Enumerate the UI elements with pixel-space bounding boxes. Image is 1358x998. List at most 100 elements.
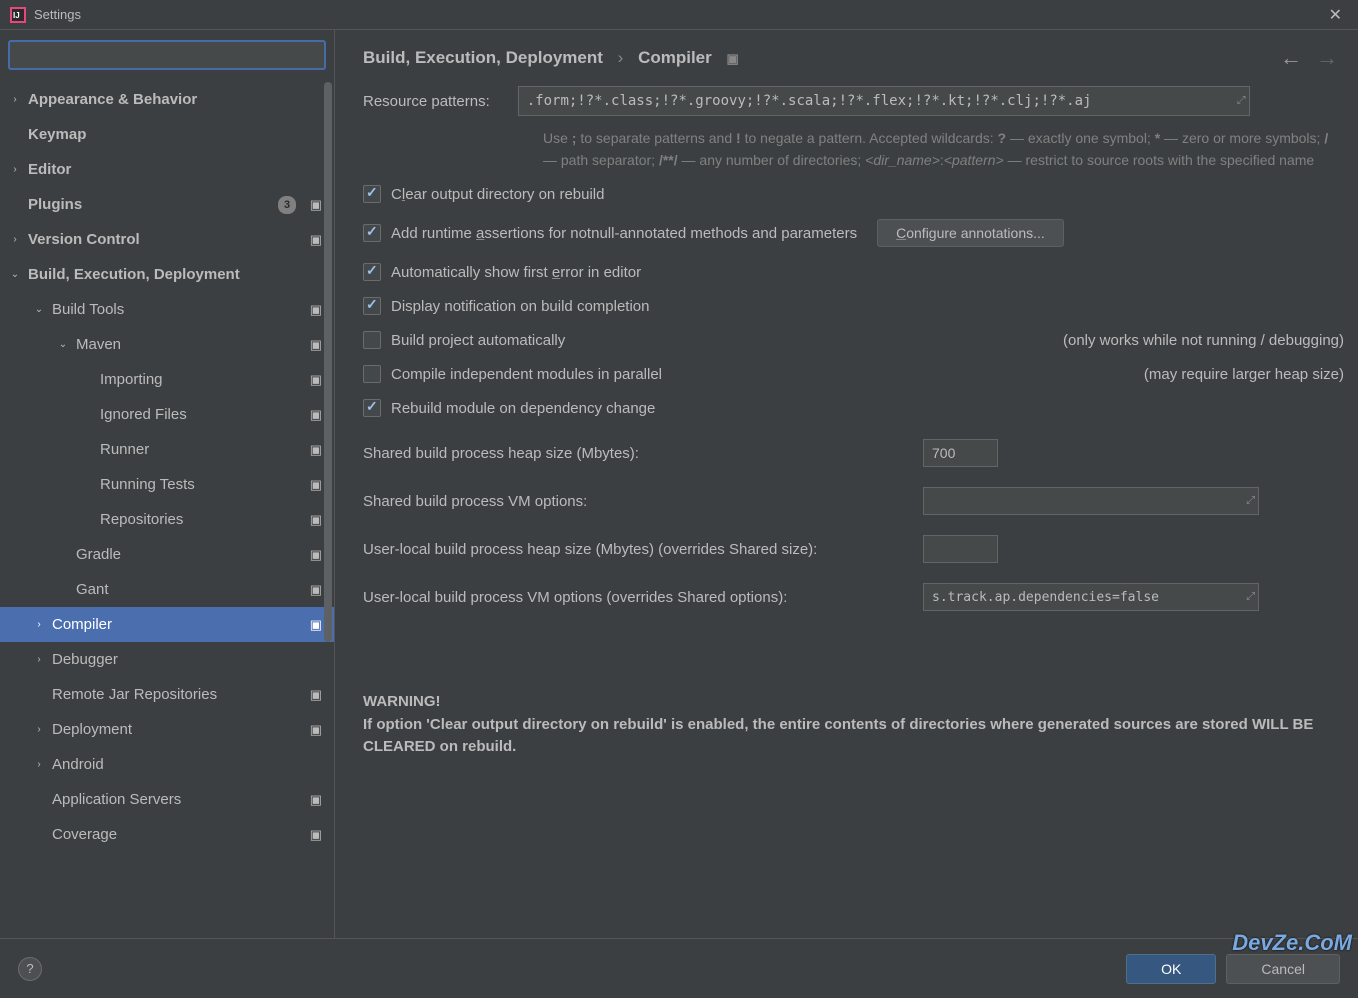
tree-item-label: Build Tools <box>52 301 124 318</box>
tree-item-label: Gradle <box>76 546 121 563</box>
sidebar-scrollbar[interactable] <box>323 82 333 652</box>
tree-item-repositories[interactable]: Repositories▣ <box>0 502 334 537</box>
project-scope-icon: ▣ <box>310 582 322 598</box>
tree-item-label: Repositories <box>100 511 183 528</box>
help-button[interactable]: ? <box>18 957 42 981</box>
project-scope-icon: ▣ <box>310 687 322 703</box>
app-icon: IJ <box>10 7 26 23</box>
local-heap-input[interactable] <box>923 535 998 563</box>
footer: ? OK Cancel <box>0 938 1358 998</box>
project-scope-icon: ▣ <box>310 547 322 563</box>
tree-item-label: Remote Jar Repositories <box>52 686 217 703</box>
badge: 3 <box>278 196 296 214</box>
tree-item-importing[interactable]: Importing▣ <box>0 362 334 397</box>
breadcrumb-sep-icon: › <box>618 48 624 67</box>
tree-item-compiler[interactable]: ›Compiler▣ <box>0 607 334 642</box>
shared-heap-input[interactable] <box>923 439 998 467</box>
breadcrumb-parent[interactable]: Build, Execution, Deployment <box>363 48 603 67</box>
content-header: Build, Execution, Deployment › Compiler … <box>335 30 1358 86</box>
warning-title: WARNING! <box>363 691 1344 714</box>
tree-item-label: Build, Execution, Deployment <box>28 266 240 283</box>
shared-vm-input[interactable] <box>923 487 1259 515</box>
tree-item-label: Plugins <box>28 196 82 213</box>
tree-item-debugger[interactable]: ›Debugger <box>0 642 334 677</box>
tree-item-label: Coverage <box>52 826 117 843</box>
tree-item-label: Version Control <box>28 231 140 248</box>
runtime-assertions-checkbox[interactable] <box>363 224 381 242</box>
settings-tree: ›Appearance & BehaviorKeymap›EditorPlugi… <box>0 78 334 938</box>
search-input[interactable] <box>8 40 326 70</box>
chevron-down-icon: ⌄ <box>32 304 46 315</box>
clear-output-checkbox[interactable] <box>363 185 381 203</box>
chevron-right-icon: › <box>32 759 46 770</box>
configure-annotations-button[interactable]: Configure annotations... <box>877 219 1064 247</box>
tree-item-running-tests[interactable]: Running Tests▣ <box>0 467 334 502</box>
tree-item-appearance-behavior[interactable]: ›Appearance & Behavior <box>0 82 334 117</box>
breadcrumb: Build, Execution, Deployment › Compiler … <box>363 48 739 68</box>
rebuild-dep-checkbox[interactable] <box>363 399 381 417</box>
breadcrumb-current: Compiler <box>638 48 712 67</box>
shared-heap-label: Shared build process heap size (Mbytes): <box>363 445 923 462</box>
titlebar: IJ Settings ✕ <box>0 0 1358 30</box>
tree-item-runner[interactable]: Runner ▣ <box>0 432 334 467</box>
chevron-right-icon: › <box>8 234 22 245</box>
tree-item-plugins[interactable]: Plugins3▣ <box>0 187 334 222</box>
tree-item-version-control[interactable]: ›Version Control▣ <box>0 222 334 257</box>
display-notification-label: Display notification on build completion <box>391 298 649 315</box>
project-scope-icon: ▣ <box>726 51 738 66</box>
project-scope-icon: ▣ <box>310 337 322 353</box>
tree-item-label: Maven <box>76 336 121 353</box>
tree-item-label: Deployment <box>52 721 132 738</box>
tree-item-label: Compiler <box>52 616 112 633</box>
rebuild-dep-label: Rebuild module on dependency change <box>391 400 655 417</box>
tree-item-build-tools[interactable]: ⌄Build Tools▣ <box>0 292 334 327</box>
tree-item-coverage[interactable]: Coverage ▣ <box>0 817 334 852</box>
project-scope-icon: ▣ <box>310 617 322 633</box>
sidebar: 🔍▾ ›Appearance & BehaviorKeymap›EditorPl… <box>0 30 335 938</box>
warning-block: WARNING! If option 'Clear output directo… <box>363 691 1344 759</box>
compile-parallel-label: Compile independent modules in parallel <box>391 366 662 383</box>
chevron-down-icon: ⌄ <box>56 339 70 350</box>
tree-item-editor[interactable]: ›Editor <box>0 152 334 187</box>
tree-item-label: Editor <box>28 161 71 178</box>
tree-item-application-servers[interactable]: Application Servers▣ <box>0 782 334 817</box>
project-scope-icon: ▣ <box>310 372 322 388</box>
tree-item-label: Keymap <box>28 126 86 143</box>
tree-item-remote-jar-repositories[interactable]: Remote Jar Repositories ▣ <box>0 677 334 712</box>
svg-text:IJ: IJ <box>13 11 20 20</box>
chevron-down-icon: ⌄ <box>8 269 22 280</box>
build-auto-checkbox[interactable] <box>363 331 381 349</box>
close-button[interactable]: ✕ <box>1323 5 1348 25</box>
tree-item-label: Gant <box>76 581 109 598</box>
tree-item-keymap[interactable]: Keymap <box>0 117 334 152</box>
tree-item-label: Runner <box>100 441 149 458</box>
tree-item-label: Debugger <box>52 651 118 668</box>
project-scope-icon: ▣ <box>310 827 322 843</box>
clear-output-label: Clear output directory on rebuild <box>391 186 604 203</box>
nav-back-icon[interactable]: ← <box>1280 45 1302 71</box>
cancel-button[interactable]: Cancel <box>1226 954 1340 984</box>
warning-body: If option 'Clear output directory on reb… <box>363 714 1344 759</box>
tree-item-label: Application Servers <box>52 791 181 808</box>
local-vm-input[interactable] <box>923 583 1259 611</box>
project-scope-icon: ▣ <box>310 722 322 738</box>
show-first-error-checkbox[interactable] <box>363 263 381 281</box>
resource-patterns-input[interactable] <box>518 86 1250 116</box>
compile-parallel-checkbox[interactable] <box>363 365 381 383</box>
tree-item-ignored-files[interactable]: Ignored Files▣ <box>0 397 334 432</box>
build-auto-note: (only works while not running / debuggin… <box>1063 332 1344 349</box>
tree-item-android[interactable]: › Android <box>0 747 334 782</box>
project-scope-icon: ▣ <box>310 477 322 493</box>
project-scope-icon: ▣ <box>310 442 322 458</box>
tree-item-deployment[interactable]: › Deployment ▣ <box>0 712 334 747</box>
tree-item-gant[interactable]: Gant ▣ <box>0 572 334 607</box>
chevron-right-icon: › <box>32 724 46 735</box>
ok-button[interactable]: OK <box>1126 954 1216 984</box>
nav-forward-icon[interactable]: → <box>1316 45 1338 71</box>
tree-item-maven[interactable]: ⌄ Maven ▣ <box>0 327 334 362</box>
tree-item-gradle[interactable]: Gradle ▣ <box>0 537 334 572</box>
tree-item-label: Android <box>52 756 104 773</box>
display-notification-checkbox[interactable] <box>363 297 381 315</box>
build-auto-label: Build project automatically <box>391 332 565 349</box>
tree-item-build-execution-deployment[interactable]: ⌄ Build, Execution, Deployment <box>0 257 334 292</box>
